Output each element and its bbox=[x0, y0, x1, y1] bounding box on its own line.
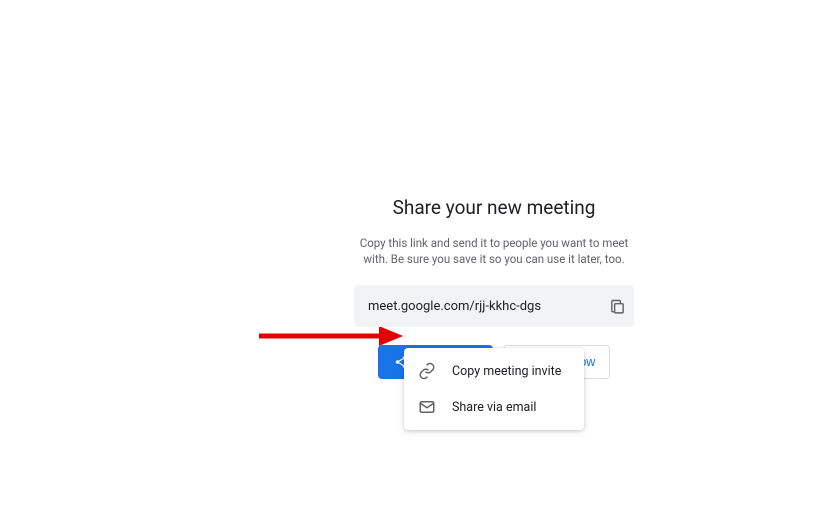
share-meeting-title: Share your new meeting bbox=[354, 196, 634, 219]
copy-link-button[interactable] bbox=[606, 295, 628, 317]
share-meeting-subtitle: Copy this link and send it to people you… bbox=[354, 235, 634, 267]
copy-invite-label: Copy meeting invite bbox=[452, 364, 561, 379]
link-icon bbox=[418, 362, 436, 380]
copy-meeting-invite-item[interactable]: Copy meeting invite bbox=[404, 353, 584, 389]
email-icon bbox=[418, 398, 436, 416]
send-invite-dropdown: Copy meeting invite Share via email bbox=[404, 348, 584, 430]
share-via-email-item[interactable]: Share via email bbox=[404, 389, 584, 425]
share-email-label: Share via email bbox=[452, 400, 536, 415]
copy-icon bbox=[609, 298, 626, 315]
meeting-link-text: meet.google.com/rjj-kkhc-dgs bbox=[368, 299, 541, 314]
meeting-link-box: meet.google.com/rjj-kkhc-dgs bbox=[354, 285, 634, 327]
